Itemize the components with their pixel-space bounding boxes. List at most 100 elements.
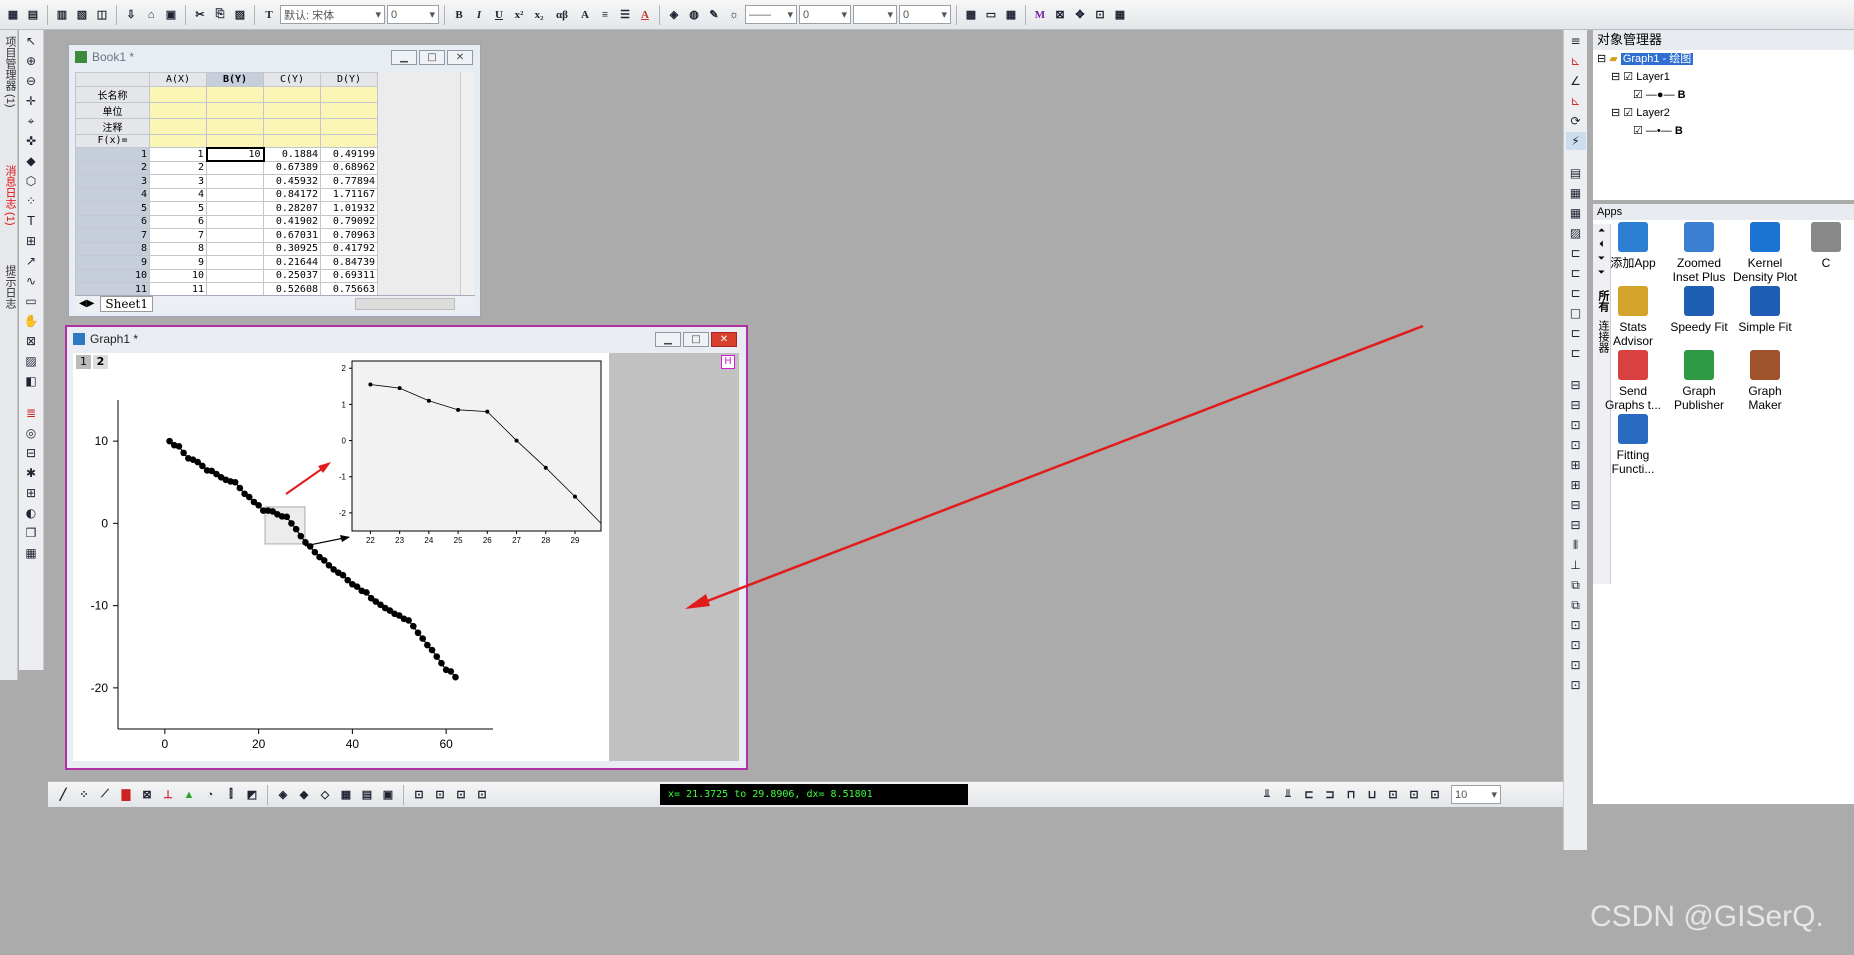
layer-tool-5-icon[interactable]: ⟳ [1566, 112, 1586, 130]
meta-row-header[interactable]: 长名称 [75, 85, 150, 103]
layout-tool-3-icon[interactable]: ▦ [1566, 204, 1586, 222]
crosshair-icon[interactable]: ✛ [21, 92, 41, 110]
star-icon[interactable]: ✱ [21, 464, 41, 482]
data-selector-icon[interactable]: ◆ [21, 152, 41, 170]
color-bar-icon[interactable]: ≣ [21, 404, 41, 422]
align-tool-11-icon[interactable]: ⧉ [1566, 576, 1586, 594]
align-tool-14-icon[interactable]: ⊡ [1566, 636, 1586, 654]
tree-root[interactable]: ⊟ ▰ Graph1 - 绘图 [1597, 50, 1854, 68]
layer-tool-3-icon[interactable]: ∠ [1566, 72, 1586, 90]
table-cell[interactable]: 5 [149, 201, 207, 216]
minimize-button[interactable]: ▁ [391, 50, 417, 65]
layout-tool-9-icon[interactable]: ⊏ [1566, 324, 1586, 342]
column-plot-icon[interactable]: ▇ [117, 786, 135, 804]
close-button[interactable]: ✕ [447, 50, 473, 65]
layout-tool-6-icon[interactable]: ⊏ [1566, 264, 1586, 282]
align-tool-8-icon[interactable]: ⊟ [1566, 516, 1586, 534]
table-cell[interactable]: 0.84172 [263, 187, 321, 202]
superscript-button[interactable]: x² [510, 6, 528, 24]
table-cell[interactable]: 0.67031 [263, 228, 321, 243]
align-tool-12-icon[interactable]: ⧉ [1566, 596, 1586, 614]
table-cell[interactable]: 10 [149, 268, 207, 283]
box-plot-icon[interactable]: ⊥ [159, 786, 177, 804]
table-cell[interactable]: 0.70963 [320, 228, 378, 243]
border-icon[interactable]: ▭ [982, 6, 1000, 24]
meta-cell[interactable] [320, 101, 378, 119]
surface-icon[interactable]: ◆ [295, 786, 313, 804]
table-cell[interactable]: 6.43946 [206, 255, 264, 270]
underline-button[interactable]: U [490, 6, 508, 24]
import-icon[interactable]: ⇩ [122, 6, 140, 24]
meta-row-header[interactable]: F(x)= [75, 133, 150, 148]
region-icon[interactable]: ⊠ [21, 332, 41, 350]
template-icon[interactable]: ◇ [316, 786, 334, 804]
align-tool-7-icon[interactable]: ⊟ [1566, 496, 1586, 514]
meta-cell[interactable] [320, 117, 378, 135]
table-cell[interactable]: 0.30925 [263, 241, 321, 256]
layout-tool-7-icon[interactable]: ⊏ [1566, 284, 1586, 302]
app-item[interactable]: Zoomed Inset Plus [1664, 222, 1734, 284]
row-header[interactable]: 10 [75, 268, 150, 283]
image-icon[interactable]: ▨ [21, 352, 41, 370]
meta-cell[interactable] [206, 133, 264, 148]
stack-icon[interactable]: ▤ [358, 786, 376, 804]
table-cell[interactable]: 5.99867 [206, 282, 264, 295]
column-header[interactable]: B(Y) [206, 72, 264, 87]
table-cell[interactable]: 1.01932 [320, 201, 378, 216]
horizontal-scrollbar[interactable] [355, 297, 455, 310]
table-cell[interactable]: 0.69311 [320, 268, 378, 283]
copy-icon[interactable]: ⎘ [211, 6, 229, 24]
table-cell[interactable]: 1 [149, 147, 207, 162]
new-workbook-icon[interactable]: ▤ [24, 6, 42, 24]
layer-tool-4-icon[interactable]: ⊾ [1566, 92, 1586, 110]
app-item[interactable]: Simple Fit [1730, 286, 1800, 334]
move-icon[interactable]: ✥ [1071, 6, 1089, 24]
layout-tool-10-icon[interactable]: ⊏ [1566, 344, 1586, 362]
align-tool-13-icon[interactable]: ⊡ [1566, 616, 1586, 634]
table-cell[interactable]: 7.45407 [206, 228, 264, 243]
layer-tool-1-icon[interactable]: ≡ [1566, 32, 1586, 50]
subscript-button[interactable]: x₂ [530, 6, 548, 24]
table-icon[interactable]: ▦ [1002, 6, 1020, 24]
meta-cell[interactable] [206, 85, 264, 103]
table-cell[interactable]: 8.56695 [206, 187, 264, 202]
table-cell[interactable]: 6 [149, 214, 207, 229]
table-cell[interactable]: 0.52608 [263, 282, 321, 295]
new-layout-icon[interactable]: ◫ [93, 6, 111, 24]
meta-cell[interactable] [263, 117, 321, 135]
meta-cell[interactable] [149, 101, 207, 119]
meta-row-header[interactable]: 单位 [75, 101, 150, 119]
layout-tool-2-icon[interactable]: ▦ [1566, 184, 1586, 202]
unmask-icon[interactable]: ⊠ [1051, 6, 1069, 24]
table-cell[interactable]: 2 [149, 160, 207, 175]
align-bottom-1-icon[interactable]: ⫫ [1258, 786, 1276, 804]
align-tool-15-icon[interactable]: ⊡ [1566, 656, 1586, 674]
graph-canvas[interactable]: 0 20 40 60100-10-2022 23 24 25 26 27 28 29210-1-2 [73, 353, 609, 761]
table-cell[interactable]: 6.97922 [206, 241, 264, 256]
layer-icon[interactable]: ◧ [21, 372, 41, 390]
rectangle-icon[interactable]: ▭ [21, 292, 41, 310]
matrix-plot-icon[interactable]: ▣ [379, 786, 397, 804]
dash-select[interactable]: 0 ▾ [899, 5, 951, 24]
hatch-icon[interactable]: ▩ [962, 6, 980, 24]
text-icon[interactable]: T [21, 212, 41, 230]
app-item[interactable]: Fitting Functi... [1598, 414, 1668, 476]
align-tool-6-icon[interactable]: ⊞ [1566, 476, 1586, 494]
draw-data-icon[interactable]: ⁘ [21, 192, 41, 210]
list-icon[interactable]: ☰ [616, 6, 634, 24]
app-item[interactable]: Speedy Fit [1664, 286, 1734, 334]
tree-layer1-plot[interactable]: ☑ —●— B [1597, 86, 1854, 104]
open-icon[interactable]: ⌂ [142, 6, 160, 24]
row-header[interactable]: 4 [75, 187, 150, 202]
layer-tool-6-icon[interactable]: ⚡ [1565, 132, 1586, 150]
mask-tool-icon[interactable]: ⬡ [21, 172, 41, 190]
row-header[interactable]: 9 [75, 255, 150, 270]
region-tool-3-icon[interactable]: ⊡ [452, 786, 470, 804]
screen-reader-icon[interactable]: ✜ [21, 132, 41, 150]
grid-tool-icon[interactable]: ▦ [21, 544, 41, 562]
tab-prev-icon[interactable]: ◀▶ [79, 298, 94, 309]
messages-log-tab[interactable]: 消息日志 (1) [2, 165, 18, 226]
graph-close-button[interactable]: ✕ [711, 332, 737, 347]
row-header[interactable]: 2 [75, 160, 150, 175]
stat-plot-icon[interactable]: ⊠ [138, 786, 156, 804]
